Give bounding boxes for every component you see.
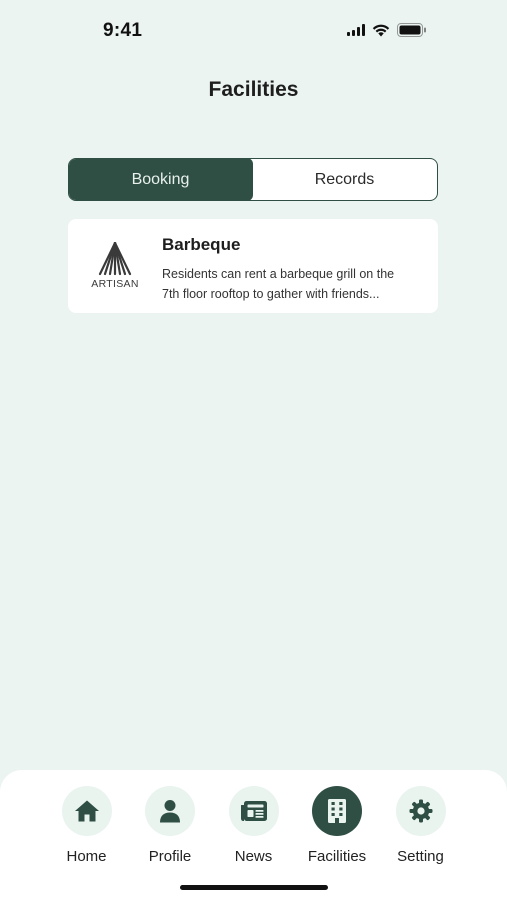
- artisan-logo: ARTISAN: [68, 219, 162, 313]
- nav-label: Facilities: [307, 848, 367, 865]
- facility-description: Residents can rent a barbeque grill on t…: [162, 264, 420, 304]
- newspaper-icon: [240, 801, 267, 821]
- battery-icon: [397, 23, 426, 37]
- facility-description-line: 7th floor rooftop to gather with friends…: [162, 287, 380, 301]
- facility-title: Barbeque: [162, 235, 241, 254]
- status-time: 9:41: [103, 20, 143, 41]
- facility-card-body: Barbeque Residents can rent a barbeque g…: [162, 219, 438, 313]
- facility-card-barbeque[interactable]: ARTISAN Barbeque Residents can rent a ba…: [68, 219, 438, 313]
- status-icons: [347, 23, 427, 37]
- home-icon: [74, 800, 99, 822]
- nav-icon-circle: [145, 786, 195, 836]
- tab-records[interactable]: Records: [252, 159, 437, 200]
- facilities-screen: 9:41 Facilities Booking Records ARTISAN …: [0, 0, 507, 900]
- nav-label: Setting: [397, 848, 444, 865]
- home-indicator: [180, 885, 328, 890]
- nav-label: News: [234, 848, 273, 865]
- nav-icon-circle: [61, 786, 112, 836]
- facility-description-line: Residents can rent a barbeque grill on t…: [162, 267, 395, 281]
- building-icon: [328, 799, 346, 823]
- nav-item-facilities[interactable]: Facilities: [296, 786, 379, 865]
- nav-label: Home: [66, 848, 107, 865]
- artisan-logo-icon: [98, 242, 132, 276]
- nav-item-profile[interactable]: Profile: [129, 786, 212, 865]
- status-bar: 9:41: [0, 0, 507, 60]
- logo-text: ARTISAN: [91, 278, 139, 290]
- nav-icon-circle: [228, 786, 279, 836]
- page-title: Facilities: [208, 78, 299, 101]
- nav-label: Profile: [148, 848, 192, 865]
- nav-item-home[interactable]: Home: [45, 786, 128, 865]
- booking-records-tabs: Booking Records: [68, 158, 438, 201]
- gear-icon: [409, 799, 432, 823]
- person-icon: [160, 800, 180, 823]
- cellular-signal-icon: [347, 24, 365, 36]
- bottom-nav: Home Profile News Facilities Setting: [0, 770, 507, 900]
- nav-item-news[interactable]: News: [212, 786, 295, 865]
- nav-item-setting[interactable]: Setting: [379, 786, 462, 865]
- wifi-icon: [372, 24, 390, 36]
- tab-booking[interactable]: Booking: [69, 159, 253, 200]
- nav-icon-circle: [395, 786, 446, 836]
- nav-icon-circle: [312, 786, 362, 836]
